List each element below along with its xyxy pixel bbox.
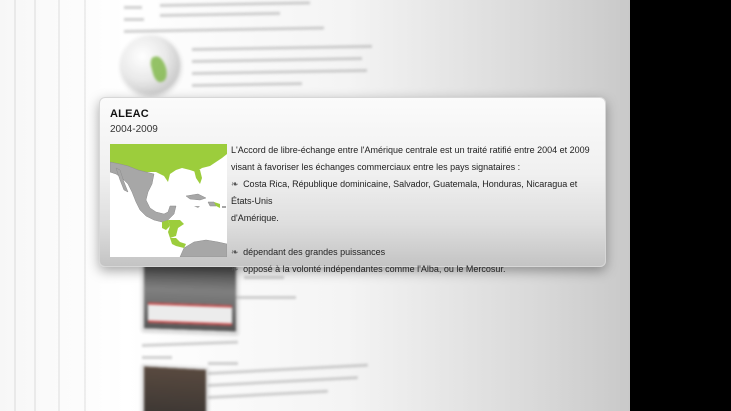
text-line <box>191 82 303 87</box>
text-line <box>208 362 238 365</box>
map-svg <box>110 144 227 257</box>
central-america-map-icon <box>110 144 227 257</box>
text-line <box>191 68 367 75</box>
protest-photo <box>142 260 238 334</box>
dependence-bullet: ❧ dépendant des grandes puissances <box>231 244 599 261</box>
text-line <box>159 11 281 17</box>
text-line <box>142 356 172 359</box>
countries-bullet: ❧ Costa Rica, République dominicaine, Sa… <box>231 176 599 210</box>
aleac-info-popup[interactable]: ALEAC 2004-2009 L'Accord de libre-échang… <box>99 97 606 274</box>
popup-title: ALEAC <box>110 108 149 120</box>
text-line <box>207 363 368 375</box>
opposition-bullet: ❧ opposé à la volonté indépendantes comm… <box>231 261 599 278</box>
bullet-icon: ❧ <box>231 264 239 274</box>
countries-continuation: d'Amérique. <box>231 213 279 223</box>
puerto-rico-shape <box>222 206 226 208</box>
text-line <box>159 1 311 7</box>
dependence-text: dépendant des grandes puissances <box>243 247 386 257</box>
text-line <box>191 44 372 51</box>
globe-land-shape <box>148 54 170 84</box>
text-line <box>207 389 328 399</box>
text-line <box>236 296 296 299</box>
text-line <box>124 18 144 21</box>
text-line <box>141 340 238 347</box>
description-line: L'Accord de libre-échange entre l'Amériq… <box>231 145 590 155</box>
popup-description: L'Accord de libre-échange entre l'Amériq… <box>231 142 599 278</box>
portrait-photo <box>142 364 208 411</box>
text-line <box>124 6 142 9</box>
text-line <box>123 26 324 33</box>
popup-date-range: 2004-2009 <box>110 124 158 135</box>
right-black-bar <box>630 0 731 411</box>
globe-icon <box>122 36 180 94</box>
bullet-icon: ❧ <box>231 179 239 189</box>
text-line <box>207 376 358 387</box>
photo-banner <box>148 302 232 326</box>
screen: ALEAC 2004-2009 L'Accord de libre-échang… <box>0 0 731 411</box>
opposition-text: opposé à la volonté indépendantes comme … <box>243 264 506 274</box>
description-line: visant à favoriser les échanges commerci… <box>231 162 521 172</box>
bullet-icon: ❧ <box>231 247 239 257</box>
text-line <box>191 57 363 63</box>
countries-text: Costa Rica, République dominicaine, Salv… <box>231 179 578 206</box>
